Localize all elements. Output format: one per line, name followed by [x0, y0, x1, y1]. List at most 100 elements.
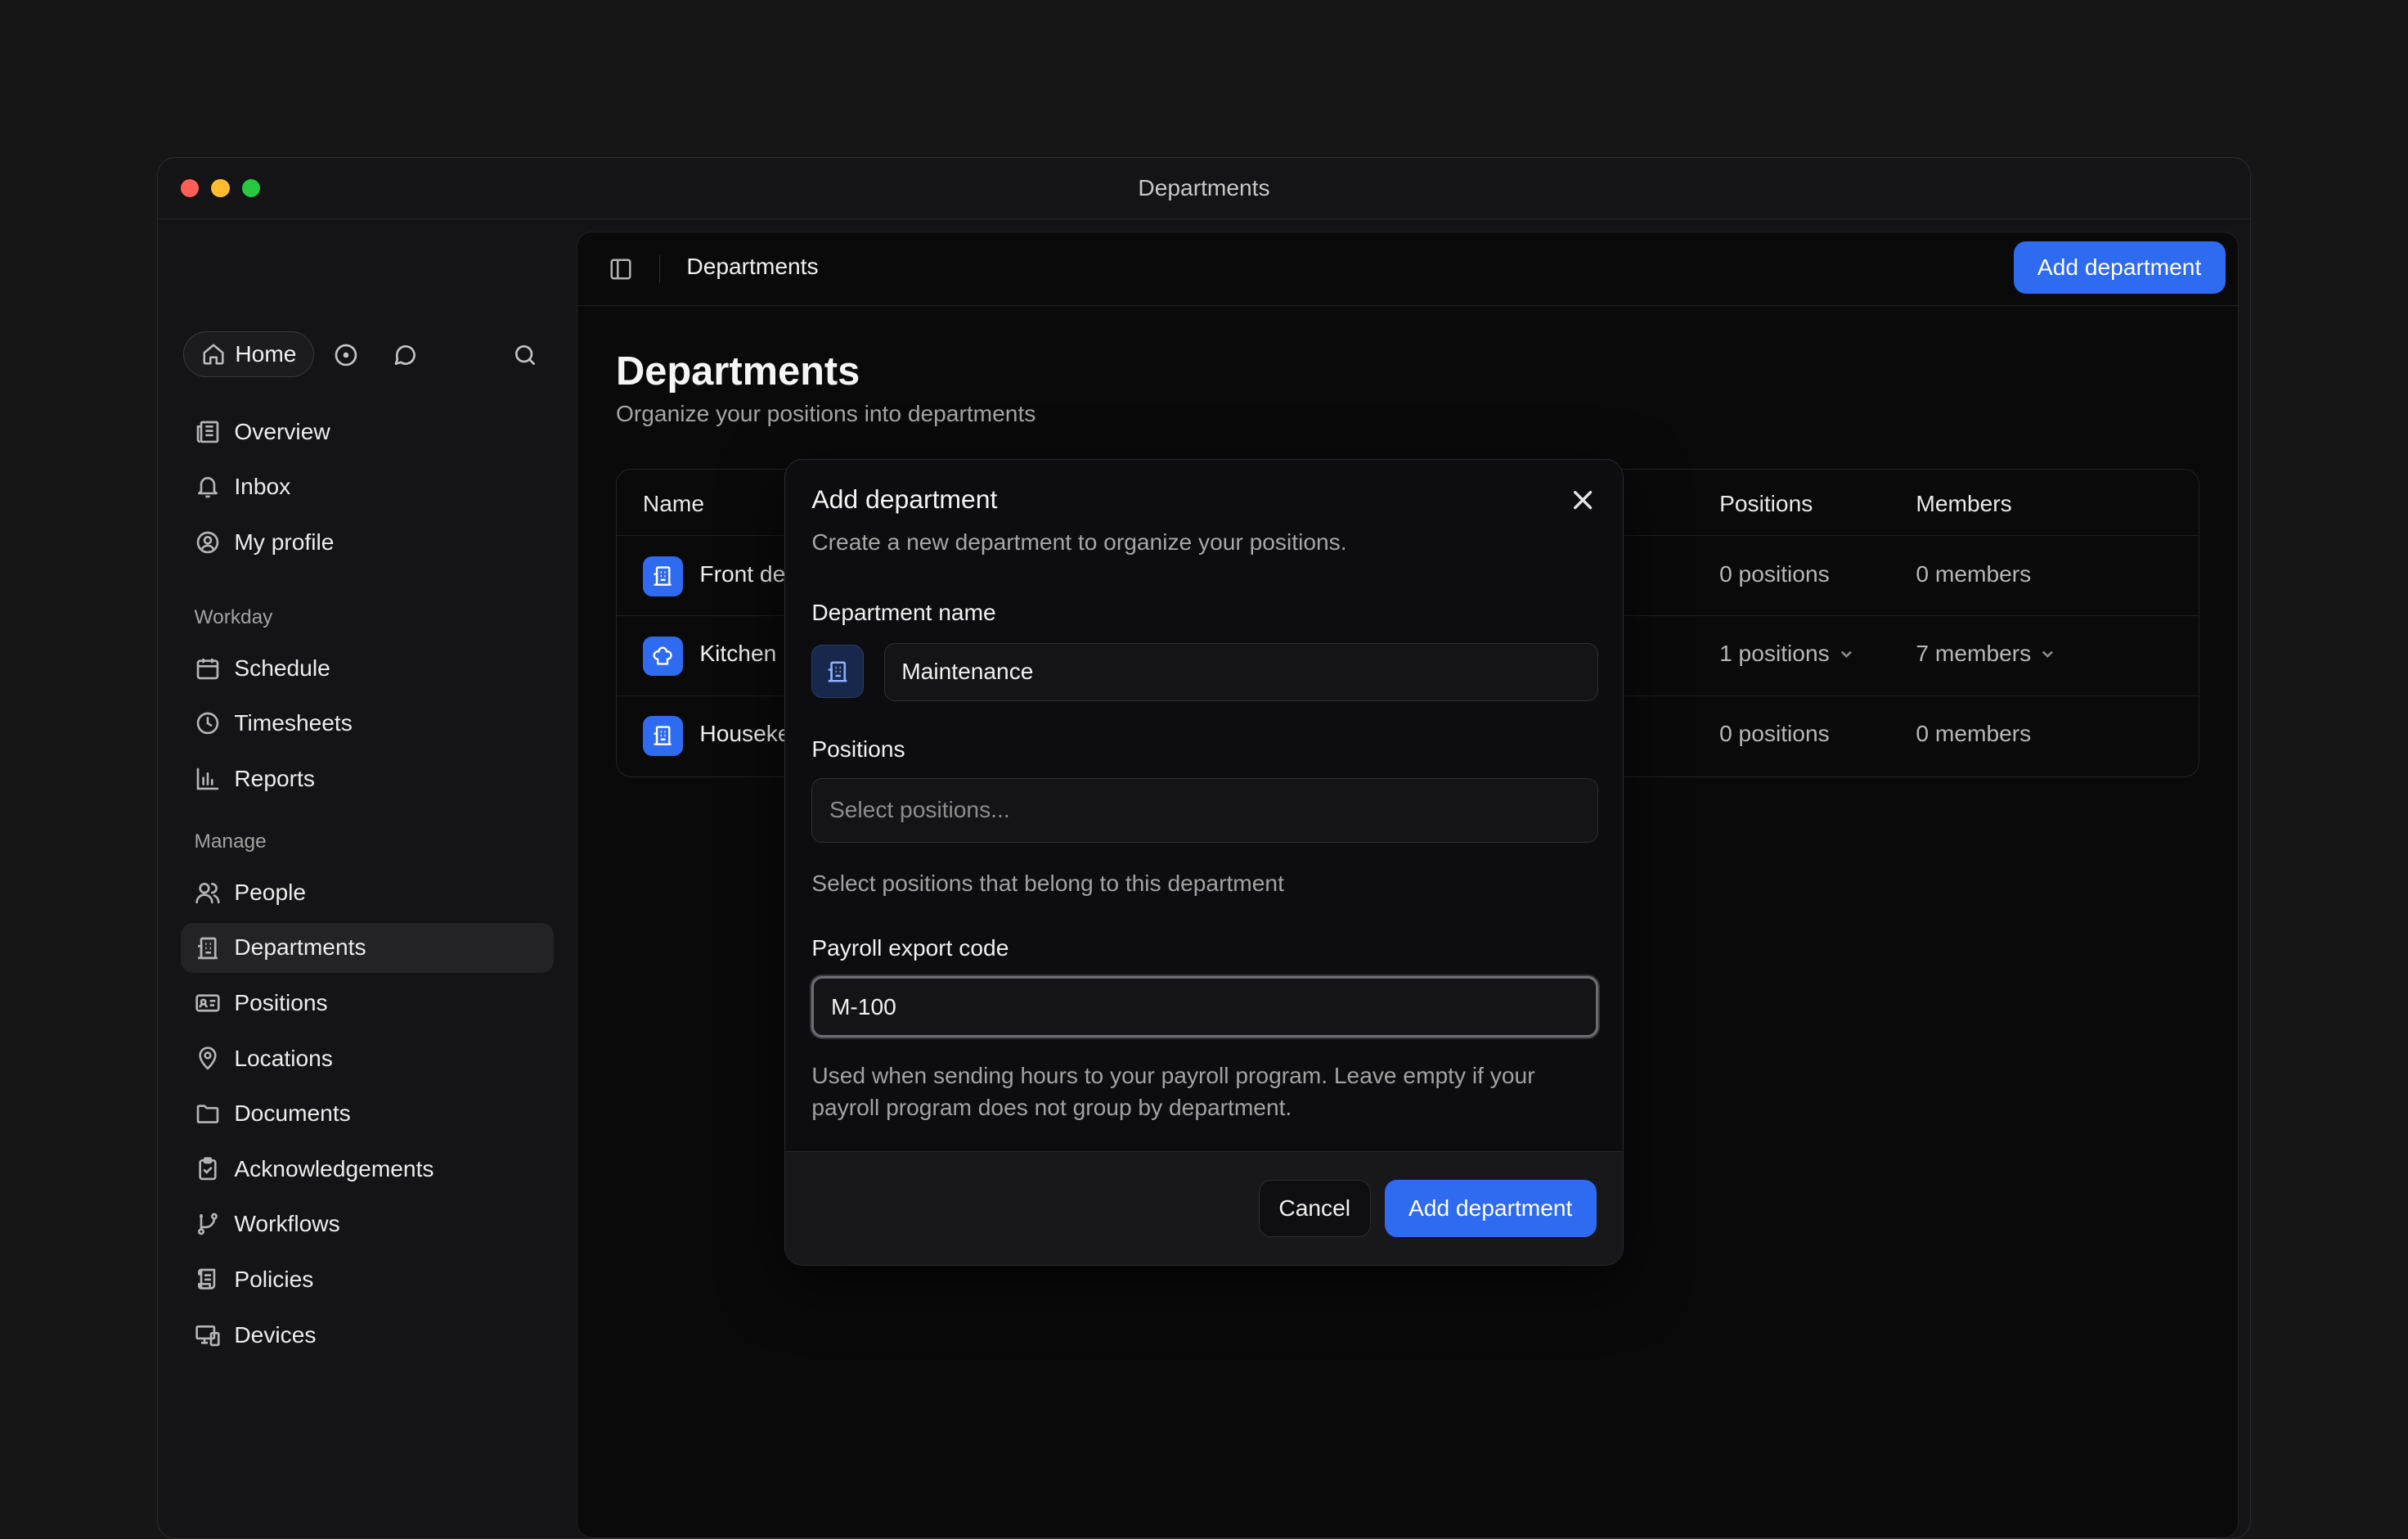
- department-name: Front de: [699, 561, 785, 587]
- sidebar-item-label: Acknowledgements: [234, 1156, 434, 1182]
- column-header-name[interactable]: Name: [643, 491, 704, 517]
- close-window-button[interactable]: [181, 179, 200, 198]
- dialog-title: Add department: [811, 484, 997, 515]
- sidebar-item-workflows[interactable]: Workflows: [181, 1199, 554, 1249]
- positions-dropdown[interactable]: 1 positions: [1719, 641, 1854, 667]
- dialog-subtitle: Create a new department to organize your…: [811, 529, 1346, 556]
- id-card-icon: [195, 990, 221, 1016]
- sidebar-item-label: Devices: [234, 1322, 316, 1348]
- newspaper-icon: [195, 419, 221, 445]
- members-dropdown[interactable]: 7 members: [1916, 641, 2055, 667]
- page-subtitle: Organize your positions into departments: [616, 401, 1036, 427]
- sidebar-item-label: Policies: [234, 1267, 313, 1293]
- clipboard-check-icon: [195, 1156, 221, 1182]
- sidebar-item-label: Inbox: [234, 474, 290, 500]
- window-title: Departments: [1138, 175, 1269, 201]
- add-department-button[interactable]: Add department: [1385, 1180, 1597, 1236]
- positions-count: 0 positions: [1719, 721, 1830, 747]
- sidebar-item-my-profile[interactable]: My profile: [181, 517, 554, 568]
- sidebar-item-departments[interactable]: Departments: [181, 923, 554, 974]
- sidebar-item-positions[interactable]: Positions: [181, 978, 554, 1028]
- column-header-members[interactable]: Members: [1916, 491, 2011, 517]
- chat-icon[interactable]: [393, 342, 419, 368]
- payroll-code-input[interactable]: [811, 976, 1597, 1037]
- home-icon: [201, 342, 226, 367]
- sidebar-item-label: Departments: [234, 934, 366, 961]
- members-count: 0 members: [1916, 721, 2031, 747]
- section-label-workday: Workday: [195, 606, 273, 629]
- sidebar-item-label: People: [234, 880, 306, 906]
- building-icon: [643, 716, 683, 756]
- sidebar-top-nav: Home: [183, 331, 546, 377]
- sidebar-toggle-icon[interactable]: [609, 257, 633, 281]
- payroll-code-label: Payroll export code: [811, 935, 1009, 961]
- sidebar-item-documents[interactable]: Documents: [181, 1088, 554, 1139]
- sidebar-item-reports[interactable]: Reports: [181, 754, 554, 804]
- sidebar-item-inbox[interactable]: Inbox: [181, 461, 554, 512]
- activity-icon[interactable]: [333, 342, 359, 368]
- cancel-button[interactable]: Cancel: [1259, 1180, 1371, 1236]
- building-icon: [195, 935, 221, 961]
- bell-icon: [195, 474, 221, 500]
- git-branch-icon: [195, 1211, 221, 1237]
- chef-hat-icon: [643, 637, 683, 677]
- close-icon[interactable]: [1572, 489, 1593, 511]
- department-name: Houseke: [699, 721, 790, 747]
- positions-label: Positions: [811, 736, 905, 763]
- sidebar-item-policies[interactable]: Policies: [181, 1254, 554, 1305]
- sidebar-item-label: Schedule: [234, 655, 330, 682]
- user-circle-icon: [195, 529, 221, 556]
- sidebar-item-devices[interactable]: Devices: [181, 1310, 554, 1361]
- sidebar-item-label: Overview: [234, 419, 330, 445]
- positions-count: 0 positions: [1719, 561, 1830, 587]
- dialog-footer: Cancel Add department: [785, 1151, 1622, 1266]
- scroll-icon: [195, 1267, 221, 1293]
- sidebar-item-people[interactable]: People: [181, 867, 554, 918]
- home-label: Home: [235, 341, 296, 367]
- sidebar-item-label: Positions: [234, 990, 327, 1016]
- department-icon-picker[interactable]: [811, 645, 864, 699]
- sidebar-item-label: Timesheets: [234, 710, 352, 736]
- sidebar-item-label: My profile: [234, 529, 334, 556]
- zoom-window-button[interactable]: [242, 179, 261, 198]
- home-button[interactable]: Home: [183, 331, 314, 377]
- add-department-header-button[interactable]: Add department: [2014, 241, 2226, 294]
- page-title: Departments: [616, 349, 860, 394]
- sidebar-item-schedule[interactable]: Schedule: [181, 643, 554, 694]
- map-pin-icon: [195, 1046, 221, 1072]
- chevron-down-icon: [2040, 646, 2055, 662]
- users-icon: [195, 880, 221, 906]
- sidebar-item-timesheets[interactable]: Timesheets: [181, 698, 554, 749]
- sidebar: Home Overview Inbox My profile Workday: [158, 219, 576, 1539]
- sidebar-item-label: Locations: [234, 1046, 333, 1072]
- positions-help-text: Select positions that belong to this dep…: [811, 867, 1602, 899]
- sidebar-item-locations[interactable]: Locations: [181, 1033, 554, 1084]
- section-label-manage: Manage: [195, 830, 267, 853]
- chevron-down-icon: [1839, 646, 1854, 662]
- building-icon: [825, 659, 850, 684]
- title-bar: Departments: [158, 158, 2251, 219]
- department-name-label: Department name: [811, 600, 995, 626]
- search-icon[interactable]: [512, 342, 538, 368]
- department-name: Kitchen: [699, 641, 776, 667]
- add-department-dialog: Add department Create a new department t…: [784, 459, 1623, 1266]
- window-controls: [181, 179, 261, 198]
- department-name-input[interactable]: [884, 643, 1598, 701]
- sidebar-item-label: Workflows: [234, 1211, 339, 1237]
- minimize-window-button[interactable]: [211, 179, 230, 198]
- column-header-positions[interactable]: Positions: [1719, 491, 1813, 517]
- bar-chart-icon: [195, 766, 221, 792]
- members-count: 0 members: [1916, 561, 2031, 587]
- main-header: Departments Add department: [577, 232, 2238, 306]
- clock-icon: [195, 710, 221, 736]
- building-icon: [643, 556, 683, 596]
- sidebar-item-label: Documents: [234, 1100, 350, 1127]
- sidebar-item-label: Reports: [234, 766, 315, 792]
- header-divider: [659, 255, 661, 283]
- sidebar-item-overview[interactable]: Overview: [181, 407, 554, 457]
- folder-icon: [195, 1100, 221, 1127]
- header-title: Departments: [686, 254, 818, 280]
- calendar-icon: [195, 655, 221, 682]
- positions-select[interactable]: [811, 778, 1597, 843]
- sidebar-item-acknowledgements[interactable]: Acknowledgements: [181, 1144, 554, 1195]
